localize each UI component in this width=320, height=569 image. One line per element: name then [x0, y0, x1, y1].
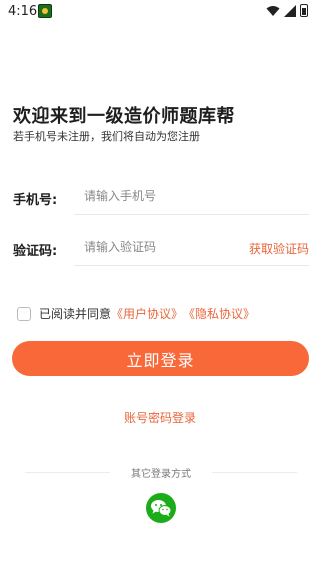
- battery-icon: [300, 4, 308, 17]
- app-notification-icon: [38, 4, 52, 18]
- login-button[interactable]: 立即登录: [12, 341, 309, 376]
- agreement-prefix: 已阅读并同意: [39, 307, 112, 321]
- agreement-checkbox[interactable]: [17, 306, 31, 321]
- code-row: 验证码: 获取验证码: [13, 228, 309, 268]
- password-login-link[interactable]: 账号密码登录: [0, 409, 320, 426]
- status-bar: 4:16: [0, 0, 320, 24]
- privacy-agreement-link[interactable]: 《隐私协议》: [183, 305, 255, 322]
- status-time: 4:16: [8, 4, 38, 19]
- wifi-icon: [266, 5, 280, 16]
- phone-input[interactable]: [74, 177, 309, 215]
- other-login-divider: 其它登录方式: [25, 465, 297, 480]
- page-subtitle: 若手机号未注册，我们将自动为您注册: [13, 130, 200, 143]
- agreement-row: 已阅读并同意 《用户协议》 《隐私协议》: [17, 305, 255, 322]
- wechat-icon: [151, 500, 172, 517]
- signal-icon: [284, 4, 296, 17]
- get-code-button[interactable]: 获取验证码: [249, 240, 309, 257]
- divider-right: [212, 472, 297, 473]
- code-label: 验证码:: [13, 244, 58, 259]
- status-icons: [266, 4, 308, 17]
- user-agreement-link[interactable]: 《用户协议》: [111, 305, 183, 322]
- page-title: 欢迎来到一级造价师题库帮: [13, 106, 235, 127]
- phone-row: 手机号:: [13, 177, 309, 217]
- wechat-login-button[interactable]: [146, 493, 176, 523]
- phone-label: 手机号:: [13, 193, 58, 208]
